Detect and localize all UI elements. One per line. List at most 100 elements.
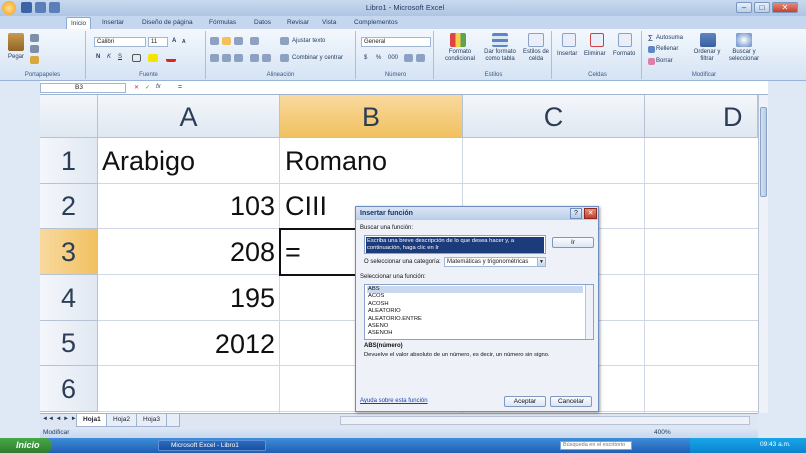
- cell-a4[interactable]: 195: [98, 283, 275, 314]
- cancel-button[interactable]: Cancelar: [550, 396, 592, 407]
- scroll-thumb[interactable]: [760, 107, 767, 197]
- paste-icon[interactable]: [8, 33, 24, 51]
- cut-icon[interactable]: [30, 34, 39, 42]
- maximize-button[interactable]: □: [754, 2, 770, 13]
- minimize-button[interactable]: –: [736, 2, 752, 13]
- format-table-icon[interactable]: [492, 33, 508, 47]
- decrease-decimal-icon[interactable]: [416, 54, 425, 62]
- search-input[interactable]: Escriba una breve descripción de lo que …: [364, 235, 546, 254]
- cell-b1[interactable]: Romano: [285, 146, 387, 177]
- shrink-font-icon[interactable]: A: [182, 39, 186, 45]
- fill-button[interactable]: Rellenar: [656, 46, 678, 52]
- align-left-icon[interactable]: [210, 54, 219, 62]
- sort-filter-button[interactable]: Ordenar y filtrar: [692, 49, 722, 63]
- row-header-5[interactable]: 5: [40, 321, 98, 366]
- column-header-a[interactable]: A: [98, 95, 280, 138]
- row-header-4[interactable]: 4: [40, 275, 98, 321]
- merge-center-button[interactable]: Combinar y centrar: [292, 55, 343, 61]
- horizontal-scrollbar[interactable]: [340, 416, 750, 425]
- font-size-combo[interactable]: 11: [148, 37, 168, 47]
- cell-b3[interactable]: =: [285, 237, 301, 268]
- insert-cells-button[interactable]: Insertar: [557, 51, 577, 57]
- fill-color-icon[interactable]: [148, 54, 158, 62]
- align-center-icon[interactable]: [222, 54, 231, 62]
- borders-icon[interactable]: [132, 54, 141, 62]
- tab-inicio[interactable]: Inicio: [66, 17, 92, 29]
- cell-a1[interactable]: Arabigo: [102, 146, 195, 177]
- category-dropdown-icon[interactable]: ▼: [537, 257, 546, 267]
- align-bottom-icon[interactable]: [234, 37, 243, 45]
- paste-label[interactable]: Pegar: [8, 54, 24, 60]
- cell-b2[interactable]: CIII: [285, 191, 327, 222]
- align-middle-icon[interactable]: [222, 37, 231, 45]
- decrease-indent-icon[interactable]: [250, 54, 259, 62]
- grow-font-icon[interactable]: A: [172, 38, 176, 44]
- office-button[interactable]: [2, 1, 16, 15]
- wrap-text-button[interactable]: Ajustar texto: [292, 38, 325, 44]
- format-cells-button[interactable]: Formato: [613, 51, 635, 57]
- dialog-close-icon[interactable]: ✕: [584, 208, 597, 219]
- tab-insertar[interactable]: Insertar: [98, 17, 128, 29]
- sheet-tab-hoja1[interactable]: Hoja1: [76, 414, 108, 427]
- fill-icon[interactable]: [648, 46, 655, 53]
- tab-vista[interactable]: Vista: [318, 17, 340, 29]
- clock[interactable]: 09:43 a.m.: [760, 441, 791, 448]
- function-item[interactable]: ABS: [367, 286, 583, 294]
- insert-function-icon[interactable]: fx: [156, 84, 161, 90]
- percent-icon[interactable]: %: [376, 55, 381, 61]
- tab-formulas[interactable]: Fórmulas: [205, 17, 240, 29]
- function-item[interactable]: ASENOH: [367, 330, 583, 337]
- conditional-format-button[interactable]: Formato condicional: [438, 49, 482, 63]
- format-table-button[interactable]: Dar formato como tabla: [480, 49, 520, 63]
- row-header-3[interactable]: 3: [40, 229, 98, 275]
- wrap-text-icon[interactable]: [280, 37, 289, 45]
- increase-decimal-icon[interactable]: [404, 54, 413, 62]
- insert-cells-icon[interactable]: [562, 33, 576, 47]
- vertical-scrollbar[interactable]: [758, 95, 768, 413]
- increase-indent-icon[interactable]: [262, 54, 271, 62]
- close-button[interactable]: ✕: [772, 2, 798, 13]
- comma-icon[interactable]: 000: [388, 55, 398, 61]
- row-header-6[interactable]: 6: [40, 366, 98, 412]
- align-right-icon[interactable]: [234, 54, 243, 62]
- row-header-1[interactable]: 1: [40, 138, 98, 184]
- category-select[interactable]: Matemáticas y trigonométricas: [444, 257, 546, 267]
- find-select-icon[interactable]: [736, 33, 752, 47]
- go-button[interactable]: Ir: [552, 237, 594, 248]
- select-all-corner[interactable]: [40, 95, 98, 138]
- undo-icon[interactable]: [35, 2, 46, 13]
- task-excel[interactable]: Microsoft Excel - Libro1: [158, 440, 266, 451]
- font-color-icon[interactable]: [166, 54, 176, 62]
- clear-icon[interactable]: [648, 58, 655, 65]
- function-list[interactable]: ABS ACOS ACOSH ALEATORIO ALEATORIO.ENTRE…: [364, 284, 594, 340]
- tab-datos[interactable]: Datos: [250, 17, 275, 29]
- zoom-level[interactable]: 400%: [654, 427, 671, 438]
- start-button[interactable]: Inicio: [0, 438, 52, 453]
- delete-cells-icon[interactable]: [590, 33, 604, 47]
- list-scrollbar[interactable]: [585, 285, 593, 339]
- orientation-icon[interactable]: [250, 37, 259, 45]
- column-header-b[interactable]: B: [280, 95, 463, 138]
- format-painter-icon[interactable]: [30, 56, 39, 64]
- cell-styles-icon[interactable]: [528, 33, 544, 47]
- function-item[interactable]: ACOS: [367, 293, 583, 300]
- find-select-button[interactable]: Buscar y seleccionar: [724, 49, 764, 63]
- new-sheet-icon[interactable]: [166, 414, 180, 427]
- tab-complementos[interactable]: Complementos: [350, 17, 402, 29]
- underline-icon[interactable]: S: [118, 54, 122, 60]
- bold-icon[interactable]: N: [96, 54, 100, 60]
- autosum-icon[interactable]: Σ: [648, 34, 653, 43]
- copy-icon[interactable]: [30, 45, 39, 53]
- function-item[interactable]: ALEATORIO.ENTRE: [367, 316, 583, 323]
- align-top-icon[interactable]: [210, 37, 219, 45]
- cell-a2[interactable]: 103: [98, 191, 275, 222]
- conditional-format-icon[interactable]: [450, 33, 466, 47]
- tab-diseno-pagina[interactable]: Diseño de página: [138, 17, 197, 29]
- format-cells-icon[interactable]: [618, 33, 632, 47]
- merge-center-icon[interactable]: [280, 54, 289, 62]
- sheet-tab-hoja3[interactable]: Hoja3: [136, 414, 167, 427]
- desktop-search[interactable]: Búsqueda en el escritorio: [560, 441, 632, 450]
- row-header-2[interactable]: 2: [40, 184, 98, 229]
- cancel-entry-icon[interactable]: ✕: [134, 84, 139, 91]
- save-icon[interactable]: [21, 2, 32, 13]
